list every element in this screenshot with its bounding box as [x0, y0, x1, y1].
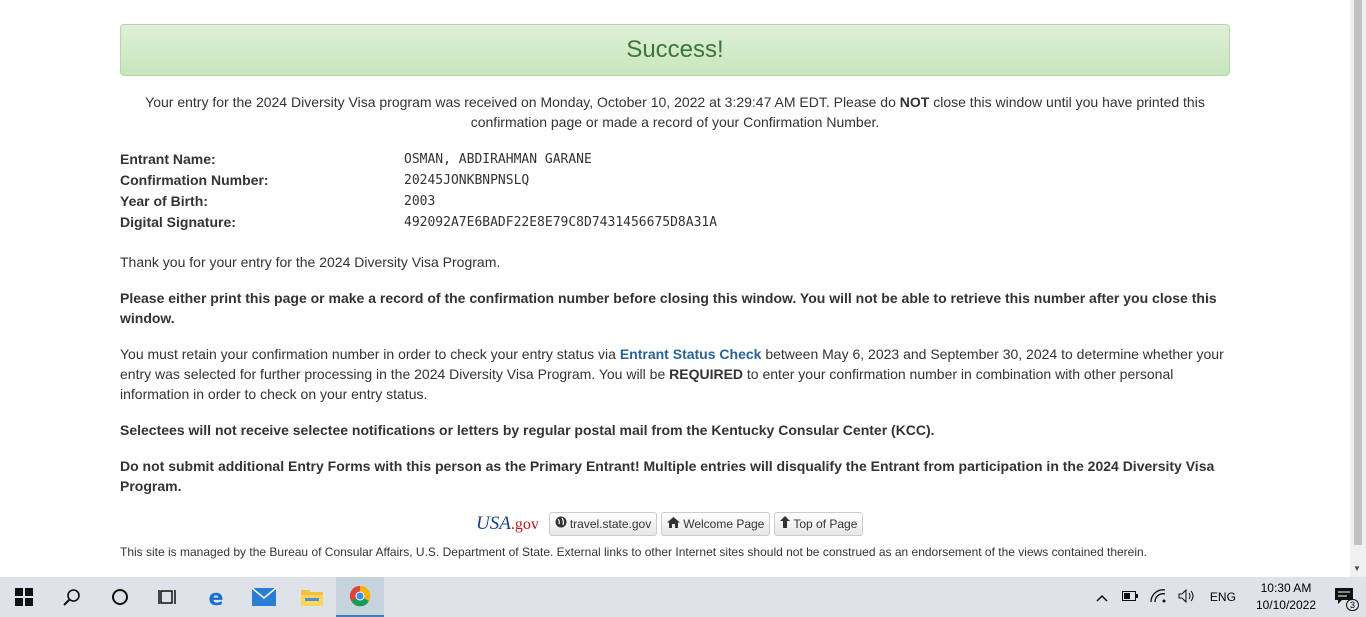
- welcome-label: Welcome Page: [683, 517, 765, 531]
- received-message: Your entry for the 2024 Diversity Visa p…: [120, 92, 1230, 132]
- retain-text: You must retain your confirmation number…: [120, 346, 620, 362]
- travel-state-gov-button[interactable]: travel.state.gov: [548, 512, 658, 536]
- language-indicator[interactable]: ENG: [1210, 590, 1236, 604]
- home-icon: [667, 516, 681, 532]
- success-banner: Success!: [120, 24, 1230, 76]
- travel-label: travel.state.gov: [569, 517, 652, 531]
- edge-browser-icon[interactable]: e: [192, 577, 240, 617]
- chevron-up-icon[interactable]: [1096, 589, 1108, 605]
- year-of-birth-label: Year of Birth:: [120, 193, 208, 209]
- svg-text:e: e: [209, 586, 224, 608]
- managed-notice: This site is managed by the Bureau of Co…: [120, 545, 1148, 559]
- entrant-name-value: OSMAN, ABDIRAHMAN GARANE: [404, 152, 592, 167]
- clock[interactable]: 10:30 AM 10/10/2022: [1256, 580, 1316, 614]
- chrome-icon[interactable]: [336, 577, 384, 617]
- confirmation-number-label: Confirmation Number:: [120, 172, 269, 188]
- received-not: NOT: [899, 94, 930, 110]
- windows-taskbar: e ENG 10:30 AM 10/10/2022 3: [0, 577, 1366, 617]
- cortana-icon[interactable]: [96, 577, 144, 617]
- notification-count-badge: 3: [1345, 598, 1359, 611]
- globe-icon: [555, 516, 567, 532]
- entrant-name-row: Entrant Name: OSMAN, ABDIRAHMAN GARANE: [120, 149, 1230, 170]
- wifi-icon[interactable]: [1150, 588, 1166, 606]
- retain-paragraph: You must retain your confirmation number…: [120, 344, 1230, 404]
- welcome-page-button[interactable]: Welcome Page: [661, 512, 771, 536]
- year-of-birth-value: 2003: [404, 194, 436, 209]
- system-tray: ENG 10:30 AM 10/10/2022 3: [1088, 577, 1366, 617]
- print-warning: Please either print this page or make a …: [120, 290, 1217, 326]
- file-explorer-icon[interactable]: [288, 577, 336, 617]
- required-text: REQUIRED: [669, 366, 744, 382]
- browser-page: Success! Your entry for the 2024 Diversi…: [0, 0, 1350, 577]
- selectees-notice: Selectees will not receive selectee noti…: [120, 422, 935, 438]
- digital-signature-label: Digital Signature:: [120, 214, 236, 230]
- entrant-info: Entrant Name: OSMAN, ABDIRAHMAN GARANE C…: [120, 149, 1230, 233]
- received-text: Your entry for the 2024 Diversity Visa p…: [145, 94, 900, 110]
- clock-date: 10/10/2022: [1255, 598, 1316, 612]
- footer-links: USA.gov travel.state.gov Welcome Page To…: [476, 512, 864, 536]
- year-of-birth-row: Year of Birth: 2003: [120, 191, 1230, 212]
- digital-signature-value: 492092A7E6BADF22E8E79C8D7431456675D8A31A: [404, 215, 718, 230]
- clock-time: 10:30 AM: [1260, 581, 1312, 595]
- top-of-page-button[interactable]: Top of Page: [774, 512, 864, 536]
- volume-icon[interactable]: [1178, 588, 1196, 606]
- battery-icon[interactable]: [1121, 590, 1138, 604]
- search-icon[interactable]: [48, 577, 96, 617]
- scroll-down-icon[interactable]: ▼: [1353, 564, 1361, 573]
- usagov-gov: .gov: [510, 516, 539, 533]
- mail-icon[interactable]: [240, 577, 288, 617]
- task-view-icon[interactable]: [144, 577, 192, 617]
- thank-you-text: Thank you for your entry for the 2024 Di…: [120, 254, 501, 270]
- arrow-up-icon: [780, 516, 791, 532]
- windows-start-icon[interactable]: [0, 577, 48, 617]
- entrant-status-check-link[interactable]: Entrant Status Check: [620, 346, 762, 362]
- top-label: Top of Page: [793, 517, 858, 531]
- confirmation-number-row: Confirmation Number: 20245JONKBNPNSLQ: [120, 170, 1230, 191]
- entrant-name-label: Entrant Name:: [120, 151, 216, 167]
- notification-icon[interactable]: 3: [1334, 587, 1359, 611]
- usagov-usa: USA: [476, 513, 511, 534]
- usagov-logo[interactable]: USA.gov: [476, 513, 539, 535]
- do-not-submit-notice: Do not submit additional Entry Forms wit…: [120, 458, 1215, 494]
- confirmation-number-value: 20245JONKBNPNSLQ: [404, 173, 530, 188]
- page-scrollbar[interactable]: ▼: [1350, 0, 1366, 577]
- digital-signature-row: Digital Signature: 492092A7E6BADF22E8E79…: [120, 212, 1230, 233]
- scroll-thumb[interactable]: [1354, 0, 1362, 545]
